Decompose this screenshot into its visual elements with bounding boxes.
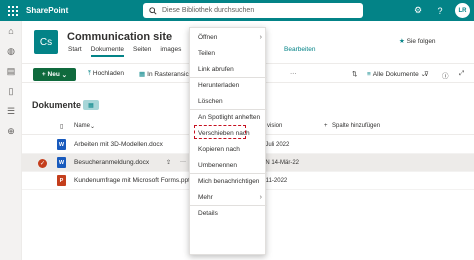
file-name[interactable]: Besucheranmeldung.docx: [74, 159, 149, 166]
menu-item-label: Öffnen: [198, 33, 218, 41]
menu-item-rename[interactable]: Umbenennen: [190, 157, 267, 173]
menu-item-more[interactable]: Mehr ›: [190, 189, 267, 205]
lists-icon[interactable]: ☰: [0, 101, 22, 121]
menu-item-copy-to[interactable]: Kopieren nach: [190, 141, 267, 157]
checkmark-icon[interactable]: ✓: [38, 159, 47, 168]
upload-label: Hochladen: [92, 70, 124, 77]
help-icon[interactable]: ?: [433, 4, 447, 18]
app-brand[interactable]: SharePoint: [26, 6, 68, 15]
more-actions-icon[interactable]: ···: [180, 159, 186, 165]
chevron-right-icon: ›: [259, 33, 262, 41]
chevron-right-icon: ›: [259, 193, 262, 201]
menu-item-label: Teilen: [198, 49, 215, 57]
list-view-icon: ≡: [367, 71, 371, 78]
menu-item-download[interactable]: Herunterladen: [190, 77, 267, 93]
menu-item-label: Mehr: [198, 193, 213, 201]
menu-item-label: Umbenennen: [198, 161, 238, 169]
menu-item-details[interactable]: Details: [190, 205, 267, 221]
search-placeholder: Diese Bibliothek durchsuchen: [162, 7, 255, 14]
menu-item-label: Details: [198, 209, 218, 217]
word-icon: W: [57, 157, 66, 168]
library-title: Dokumente: [32, 100, 82, 110]
grid-view-button[interactable]: ▦ In Rasteransich: [139, 70, 192, 78]
menu-item-label: Kopieren nach: [198, 145, 240, 153]
add-column-icon: +: [324, 123, 328, 129]
site-title[interactable]: Communication site: [67, 31, 172, 43]
files-icon[interactable]: ▯: [0, 81, 22, 101]
nav-seiten[interactable]: Seiten: [133, 46, 151, 57]
column-version[interactable]: vision: [267, 123, 282, 129]
site-logo[interactable]: Cs: [34, 30, 58, 54]
word-icon: W: [57, 139, 66, 150]
more-commands-button[interactable]: ···: [290, 70, 297, 77]
follow-label: Sie folgen: [406, 38, 436, 45]
search-box[interactable]: Diese Bibliothek durchsuchen: [143, 3, 363, 18]
avatar[interactable]: LR: [455, 3, 470, 18]
home-icon[interactable]: ⌂: [0, 21, 22, 41]
menu-item-label: Herunterladen: [198, 81, 240, 89]
context-menu: Öffnen › Teilen Link abrufen Herunterlade…: [189, 27, 267, 255]
column-name[interactable]: Name: [74, 123, 90, 129]
menu-item-alert-me[interactable]: Mich benachrichtigen: [190, 173, 267, 189]
globe-icon[interactable]: ◍: [0, 41, 22, 61]
view-label: Alle Dokumente: [372, 71, 419, 78]
upload-icon: ⤒: [88, 70, 91, 77]
new-button[interactable]: + Neu ⌄: [33, 68, 76, 81]
nav-images[interactable]: images: [160, 46, 181, 57]
menu-item-get-link[interactable]: Link abrufen: [190, 61, 267, 77]
suite-bar: SharePoint Diese Bibliothek durchsuchen …: [0, 0, 474, 21]
grid-view-label: In Rasteransich: [147, 71, 193, 78]
add-icon[interactable]: ⊕: [0, 121, 22, 141]
menu-item-delete[interactable]: Löschen: [190, 93, 267, 109]
file-type-icon[interactable]: ▯: [60, 123, 63, 130]
column-add[interactable]: Spalte hinzufügen: [332, 123, 380, 129]
info-icon[interactable]: ⓘ: [442, 70, 449, 80]
waffle-icon[interactable]: [0, 0, 26, 21]
file-name[interactable]: Kundenumfrage mit Microsoft Forms.pptx: [74, 177, 193, 184]
menu-item-label: Mich benachrichtigen: [198, 177, 260, 185]
edit-link[interactable]: Bearbeiten: [284, 46, 315, 53]
expand-icon[interactable]: ⤢: [459, 70, 464, 78]
sort-arrow-icon: ⌄: [90, 124, 96, 130]
search-icon: [149, 6, 157, 15]
star-icon: ★: [399, 38, 405, 45]
menu-item-label: Löschen: [198, 97, 223, 105]
menu-item-share[interactable]: Teilen: [190, 45, 267, 61]
new-button-label: Neu: [47, 71, 60, 78]
powerpoint-icon: P: [57, 175, 66, 186]
follow-button[interactable]: ★ Sie folgen: [399, 37, 436, 45]
filter-icon[interactable]: ⊽: [424, 70, 429, 78]
news-icon[interactable]: ▤: [0, 61, 22, 81]
menu-item-label: An Spotlight anheften: [198, 113, 261, 121]
file-name[interactable]: Arbeiten mit 3D-Modellen.docx: [74, 141, 163, 148]
menu-item-open[interactable]: Öffnen ›: [190, 29, 267, 45]
library-view-icon[interactable]: ▦: [83, 100, 99, 110]
app-rail: ⌂ ◍ ▤ ▯ ☰ ⊕: [0, 21, 22, 260]
highlight-box: [194, 125, 246, 139]
chevron-down-icon: ⌄: [59, 71, 68, 79]
grid-icon: ▦: [139, 71, 146, 78]
settings-icon[interactable]: ⚙: [411, 4, 425, 18]
site-nav: Start Dokumente Seiten images: [68, 46, 181, 57]
view-switcher[interactable]: ≡ Alle Dokumente ⌄: [367, 70, 426, 78]
menu-item-pin-spotlight[interactable]: An Spotlight anheften: [190, 109, 267, 125]
nav-start[interactable]: Start: [68, 46, 82, 57]
sort-icon[interactable]: ⇅: [352, 70, 357, 78]
share-icon[interactable]: ⇪: [166, 159, 171, 166]
nav-dokumente[interactable]: Dokumente: [90, 46, 124, 57]
upload-button[interactable]: ⤒ Hochladen: [88, 70, 124, 78]
menu-item-label: Link abrufen: [198, 65, 234, 73]
